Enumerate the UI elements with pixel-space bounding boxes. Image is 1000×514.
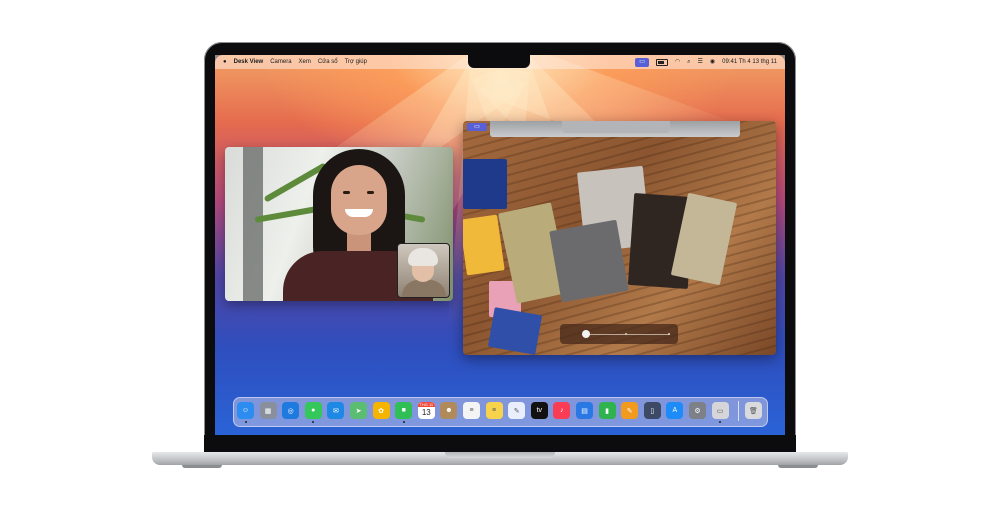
keynote-icon[interactable]: ▤	[576, 402, 593, 419]
numbers-icon[interactable]: ▮	[598, 402, 616, 419]
calendar-icon[interactable]: THG 11 13	[417, 402, 435, 419]
photos-icon[interactable]: ✿	[372, 402, 390, 419]
calendar-day: 13	[421, 408, 431, 417]
siri-icon[interactable]: ◉	[710, 55, 715, 69]
trash-icon[interactable]: 🗑	[745, 402, 762, 419]
maps-icon[interactable]: ➤	[350, 402, 367, 419]
menu-camera[interactable]: Camera	[270, 59, 291, 65]
running-indicator	[402, 421, 405, 423]
battery-icon[interactable]	[655, 58, 668, 66]
navy-block	[487, 307, 543, 355]
blue-block	[463, 159, 507, 209]
facetime-icon[interactable]: ■	[395, 402, 413, 419]
desk-view-icon[interactable]: ▭	[635, 57, 649, 67]
desk-view-badge-icon: ▭	[467, 123, 487, 131]
app-store-icon[interactable]: A	[666, 402, 684, 419]
safari-icon[interactable]: ◎	[282, 402, 300, 419]
yellow-block	[463, 214, 505, 276]
wifi-icon[interactable]: ◠	[675, 55, 680, 69]
laptop-notch-in-view	[562, 121, 670, 133]
menu-window[interactable]: Cửa sổ	[318, 59, 338, 65]
music-icon[interactable]: ♪	[553, 402, 571, 419]
menu-app-name[interactable]: Desk View	[234, 59, 264, 65]
launchpad-icon[interactable]: ▦	[259, 402, 277, 419]
camera-notch	[468, 55, 530, 68]
system-settings-icon[interactable]: ⚙	[689, 402, 706, 419]
control-center-icon[interactable]: ☰	[698, 55, 703, 69]
slider-tick	[625, 333, 627, 335]
finder-icon[interactable]: ☺	[237, 402, 254, 419]
pages-icon[interactable]: ✎	[621, 402, 639, 419]
menu-help[interactable]: Trợ giúp	[345, 59, 367, 65]
fabric-swatch	[549, 219, 629, 303]
notes-icon[interactable]: ≡	[485, 402, 503, 419]
lid-opening-groove	[445, 452, 555, 458]
slider-tick	[668, 333, 670, 335]
freeform-icon[interactable]: ✎	[508, 402, 526, 419]
desk-view-window[interactable]	[463, 121, 776, 355]
bottom-bezel	[204, 435, 796, 452]
search-icon[interactable]: ⌕	[687, 55, 690, 69]
laptop-foot	[778, 465, 818, 468]
reminders-icon[interactable]: ≡	[463, 402, 480, 419]
self-view-pip[interactable]	[397, 243, 450, 298]
mail-icon[interactable]: ✉	[327, 402, 345, 419]
running-indicator	[244, 421, 247, 423]
apple-tv-icon[interactable]: tv	[530, 402, 548, 419]
menu-view[interactable]: Xem	[299, 59, 311, 65]
iphone-mirroring-icon[interactable]: ▯	[643, 402, 661, 419]
contacts-icon[interactable]: ☻	[440, 402, 458, 419]
apple-icon[interactable]: ●	[223, 55, 227, 69]
messages-icon[interactable]: ●	[304, 402, 322, 419]
dock-separator	[738, 401, 739, 421]
menu-clock[interactable]: 09:41 Th 4 13 thg 11	[722, 59, 777, 65]
laptop-foot	[182, 465, 222, 468]
desk-view-app-icon[interactable]: ▭	[711, 402, 729, 419]
